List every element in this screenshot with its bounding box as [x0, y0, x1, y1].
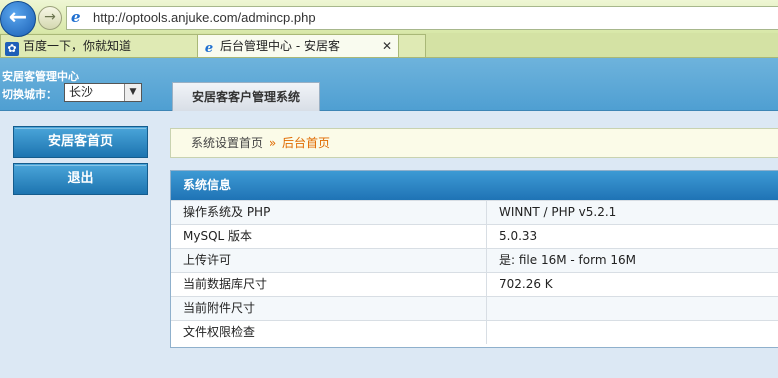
table-row: 文件权限检查 — [171, 320, 778, 344]
forward-button[interactable]: → — [38, 6, 62, 30]
breadcrumb-home-link[interactable]: 系统设置首页 — [191, 136, 263, 150]
row-key: 上传许可 — [183, 253, 232, 267]
row-key: 当前附件尺寸 — [183, 301, 256, 315]
table-row: 操作系统及 PHP WINNT / PHP v5.2.1 — [171, 200, 778, 224]
site-title: 安居客管理中心 — [2, 70, 79, 83]
ie-tab-icon: e — [204, 41, 214, 56]
table-row: MySQL 版本 5.0.33 — [171, 224, 778, 248]
row-key: 操作系统及 PHP — [183, 205, 271, 219]
row-value — [486, 297, 778, 320]
row-value: WINNT / PHP v5.2.1 — [486, 201, 778, 224]
row-value: 702.26 K — [486, 273, 778, 296]
admin-header: 安居客管理中心 切换城市： 长沙 ▼ 安居客客户管理系统 — [0, 58, 778, 111]
system-info-table: 操作系统及 PHP WINNT / PHP v5.2.1 MySQL 版本 5.… — [171, 200, 778, 344]
city-selected-value: 长沙 — [69, 85, 94, 99]
back-arrow-icon: ← — [8, 5, 28, 30]
browser-tab-bar: ✿ 百度一下，你就知道 e 后台管理中心 - 安居客 ✕ — [0, 33, 778, 58]
tab-label: 百度一下，你就知道 — [23, 39, 132, 53]
baidu-paw-icon: ✿ — [5, 42, 19, 56]
system-info-title: 系统信息 — [171, 171, 778, 200]
breadcrumb: 系统设置首页 » 后台首页 — [170, 128, 778, 158]
city-select[interactable]: 长沙 ▼ — [64, 83, 142, 102]
row-key: MySQL 版本 — [183, 229, 253, 243]
row-value: 是: file 16M - form 16M — [486, 249, 778, 272]
url-input[interactable]: e http://optools.anjuke.com/admincp.php — [66, 6, 778, 30]
row-value — [486, 321, 778, 344]
close-tab-icon[interactable]: ✕ — [382, 35, 392, 57]
ie-page-icon: e — [71, 8, 81, 26]
breadcrumb-separator: » — [268, 136, 277, 150]
breadcrumb-current: 后台首页 — [282, 136, 331, 150]
back-button[interactable]: ← — [0, 1, 36, 37]
tab-customer-management[interactable]: 安居客客户管理系统 — [172, 82, 320, 111]
url-text: http://optools.anjuke.com/admincp.php — [93, 10, 316, 25]
table-row: 当前数据库尺寸 702.26 K — [171, 272, 778, 296]
chevron-down-icon[interactable]: ▼ — [124, 84, 141, 101]
browser-tab-admin[interactable]: e 后台管理中心 - 安居客 ✕ — [197, 34, 399, 57]
browser-address-bar: ← → e http://optools.anjuke.com/admincp.… — [0, 0, 778, 37]
row-value: 5.0.33 — [486, 225, 778, 248]
sidebar-item-home[interactable]: 安居客首页 — [13, 126, 148, 158]
forward-arrow-icon: → — [44, 9, 56, 25]
sidebar-item-logout[interactable]: 退出 — [13, 163, 148, 195]
system-info-panel: 系统信息 操作系统及 PHP WINNT / PHP v5.2.1 MySQL … — [170, 170, 778, 348]
row-key: 当前数据库尺寸 — [183, 277, 268, 291]
new-tab-button[interactable] — [398, 34, 426, 57]
tab-label: 后台管理中心 - 安居客 — [220, 39, 340, 53]
city-label: 切换城市： — [2, 88, 57, 101]
browser-tab-baidu[interactable]: ✿ 百度一下，你就知道 — [0, 34, 198, 57]
table-row: 当前附件尺寸 — [171, 296, 778, 320]
table-row: 上传许可 是: file 16M - form 16M — [171, 248, 778, 272]
row-key: 文件权限检查 — [183, 325, 256, 339]
